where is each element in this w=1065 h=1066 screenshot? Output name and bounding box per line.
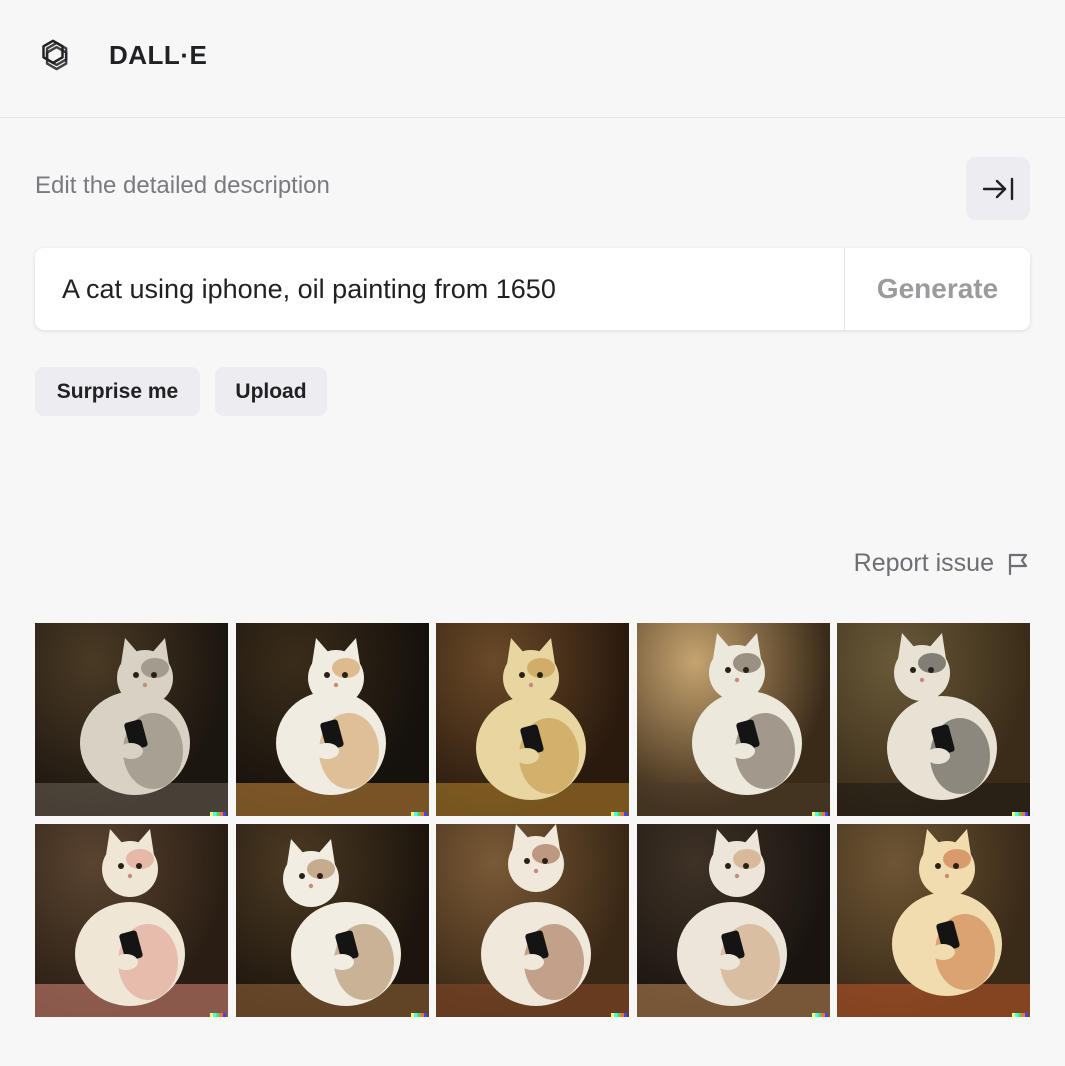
section-label: Edit the detailed description [35,172,330,199]
prompt-input[interactable] [35,248,844,330]
top-bar: DALL·E [0,0,1065,118]
prompt-box: Generate [35,248,1030,330]
result-image-5[interactable] [837,623,1030,816]
arrow-right-to-bar-icon [982,177,1014,200]
cat-painting-illustration [436,824,629,1017]
watermark-strip [811,812,828,816]
report-issue-label: Report issue [853,549,994,577]
image-grid [35,623,1030,1017]
cat-painting-illustration [235,638,429,816]
watermark-strip [811,1013,828,1017]
cat-painting-illustration [837,633,1030,816]
result-image-10[interactable] [837,824,1030,1017]
app-title: DALL·E [109,40,208,70]
result-image-1[interactable] [35,623,228,816]
generate-button[interactable]: Generate [844,248,1030,330]
cat-painting-illustration [35,829,228,1017]
upload-button[interactable]: Upload [215,367,327,416]
cat-painting-illustration [35,638,228,816]
watermark-strip [611,812,627,816]
watermark-strip [210,1013,226,1017]
surprise-me-button[interactable]: Surprise me [35,367,200,416]
flag-icon [1008,553,1028,575]
result-image-3[interactable] [436,623,629,816]
report-issue-link[interactable]: Report issue [854,549,1030,578]
collapse-panel-button[interactable] [966,157,1030,220]
cat-painting-illustration [636,829,830,1017]
cat-painting-illustration [837,829,1030,1017]
watermark-strip [410,1013,427,1017]
cat-painting-illustration [235,839,429,1017]
result-image-8[interactable] [436,824,629,1017]
cat-painting-illustration [636,633,830,816]
openai-logo-icon[interactable] [34,37,72,75]
result-image-7[interactable] [235,824,429,1017]
result-image-4[interactable] [636,623,830,816]
watermark-strip [1012,1013,1028,1017]
watermark-strip [1012,812,1028,816]
watermark-strip [210,812,226,816]
cat-painting-illustration [436,638,629,816]
result-image-6[interactable] [35,824,228,1017]
watermark-strip [410,812,427,816]
result-image-9[interactable] [636,824,830,1017]
result-image-2[interactable] [235,623,429,816]
watermark-strip [611,1013,627,1017]
